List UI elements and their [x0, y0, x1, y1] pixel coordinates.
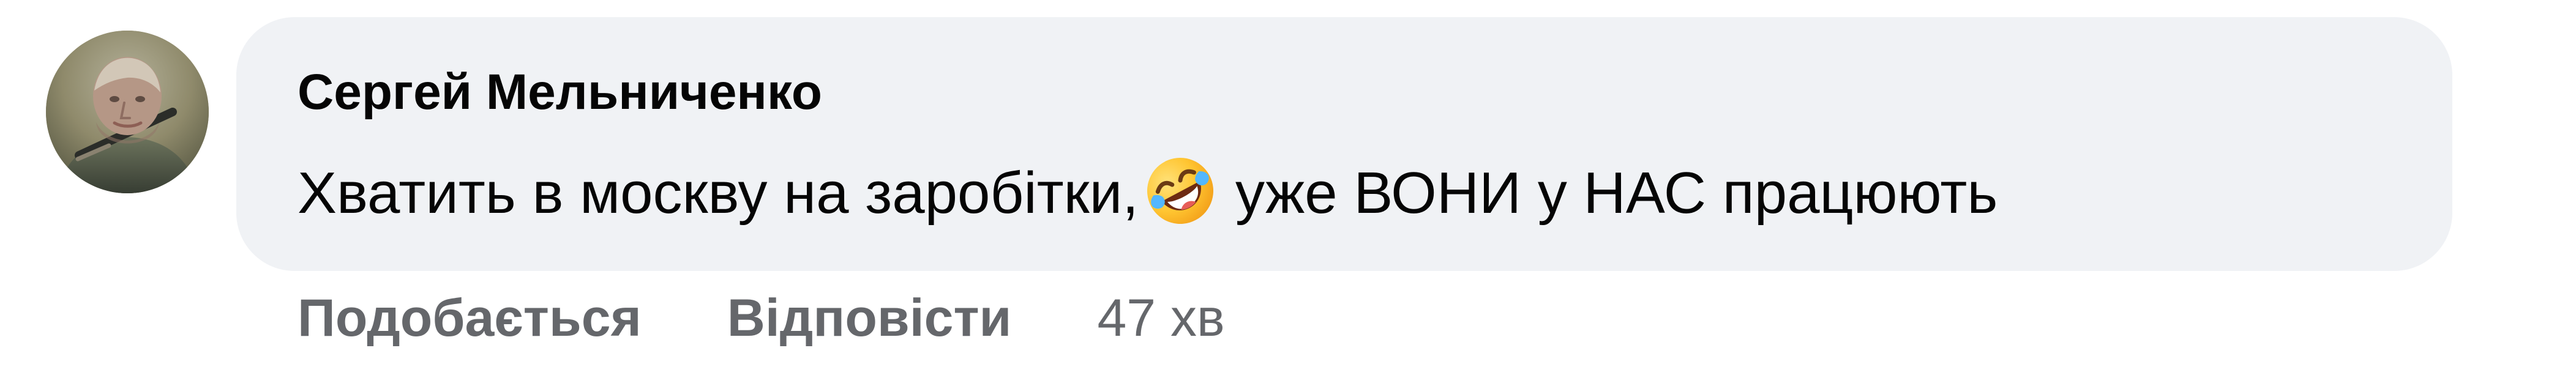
- comment-bubble: Сергей Мельниченко Хватить в москву на з…: [236, 17, 2452, 271]
- rolling-on-the-floor-laughing-emoji: [1141, 152, 1219, 230]
- comment-timestamp[interactable]: 47 хв: [1097, 292, 1224, 344]
- comment: Сергей Мельниченко Хватить в москву на з…: [0, 0, 2576, 367]
- like-button[interactable]: Подобається: [298, 292, 642, 344]
- comment-actions: Подобається Відповісти 47 хв: [298, 289, 1225, 347]
- reply-button[interactable]: Відповісти: [727, 292, 1012, 344]
- avatar[interactable]: [46, 31, 209, 193]
- person-avatar-icon: [46, 31, 209, 193]
- comment-text-before-emoji: Хватить в москву на заробітки,: [298, 160, 1139, 226]
- author-name[interactable]: Сергей Мельниченко: [298, 67, 822, 117]
- comment-text-after-emoji: уже ВОНИ у НАС працюють: [1235, 160, 1998, 226]
- comment-text: Хватить в москву на заробітки, уже ВОНИ …: [298, 152, 1998, 230]
